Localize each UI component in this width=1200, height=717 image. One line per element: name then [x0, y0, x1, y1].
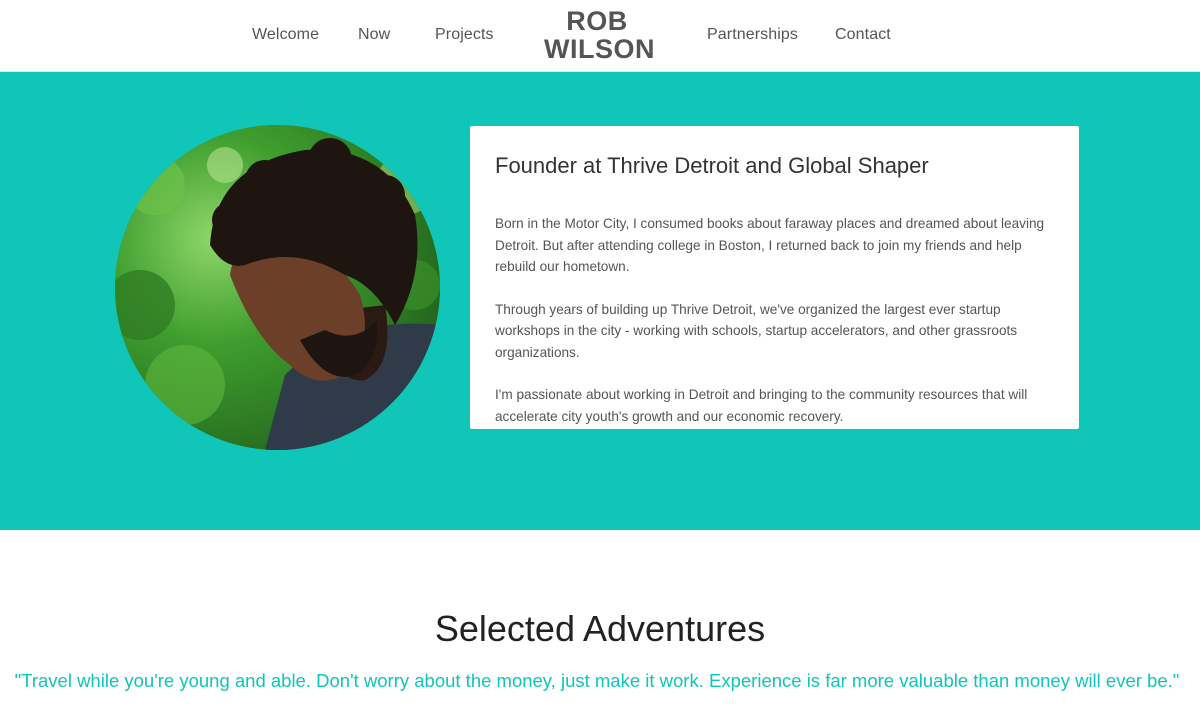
adventures-quote: "Travel while you're young and able. Don…: [14, 670, 1180, 691]
profile-photo: [115, 125, 440, 450]
bio-paragraph: I'm passionate about working in Detroit …: [495, 387, 1028, 424]
adventures-title: Selected Adventures: [434, 608, 766, 649]
profile-photo-illustration: [115, 125, 440, 450]
bio-paragraph: Through years of building up Thrive Detr…: [495, 301, 1018, 360]
hero-section: Founder at Thrive Detroit and Global Sha…: [0, 72, 1200, 530]
nav-welcome[interactable]: Welcome: [252, 26, 319, 44]
bio-title: Founder at Thrive Detroit and Global Sha…: [495, 153, 929, 178]
logo-last-name: WILSON: [544, 34, 655, 64]
nav-now[interactable]: Now: [358, 26, 390, 44]
nav-contact[interactable]: Contact: [835, 26, 891, 44]
nav-projects[interactable]: Projects: [435, 26, 494, 44]
nav-partnerships[interactable]: Partnerships: [707, 26, 798, 44]
site-header: Welcome Now Projects ROB WILSON Partners…: [0, 0, 1200, 72]
bio-card: Founder at Thrive Detroit and Global Sha…: [470, 126, 1079, 429]
bio-paragraph: Born in the Motor City, I consumed books…: [495, 216, 1045, 274]
site-logo[interactable]: ROB WILSON: [544, 6, 655, 64]
logo-first-name: ROB: [566, 6, 628, 36]
